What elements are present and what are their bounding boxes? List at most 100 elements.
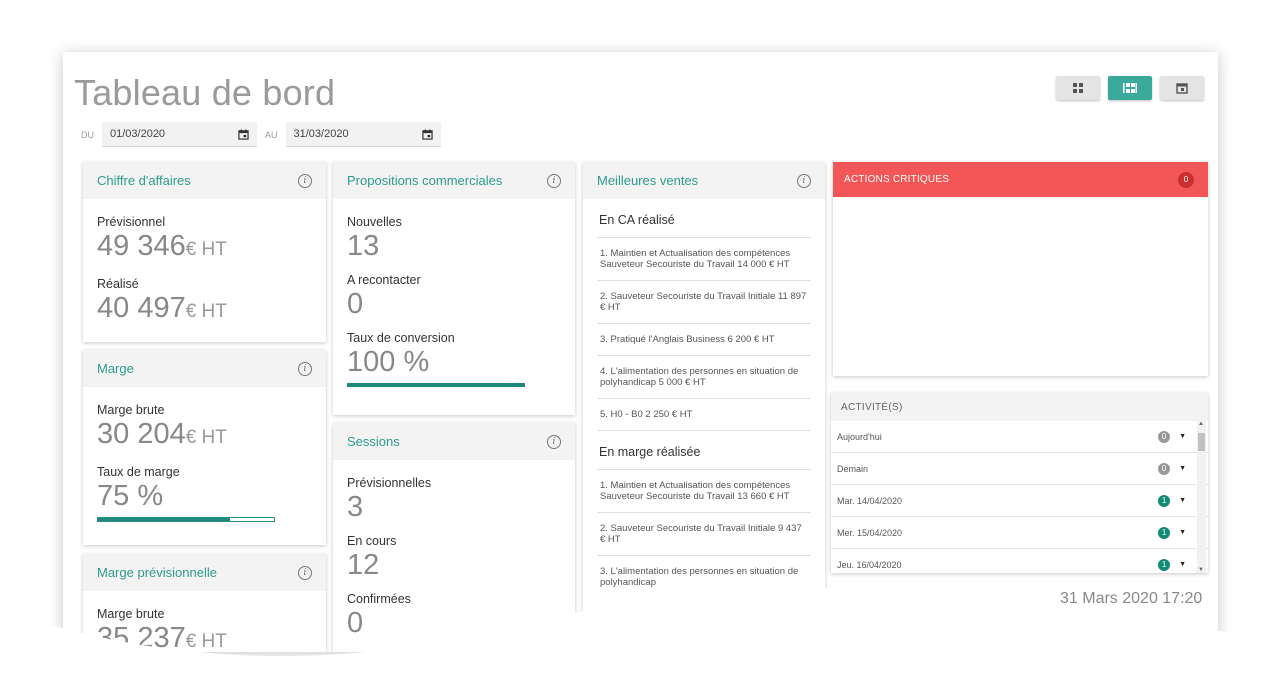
taux-marge-label: Taux de marge [97,465,180,479]
date-to-input[interactable]: 31/03/2020 [285,122,441,147]
previsionnelles-value: 3 [347,491,364,523]
activity-controls: 1 ▼ [1158,494,1186,507]
realise-amount: 40 497€ HT [97,291,312,329]
card-body: Prévisionnel 49 346€ HT Réalisé 40 497€ … [83,199,326,329]
card-body: Nouvelles 13 A recontacter 0 Taux de con… [333,199,575,387]
taux-conversion-progress-fill [347,383,525,387]
taux-conversion-value: 100 % [347,346,430,378]
activity-row[interactable]: Mar. 14/04/2020 1 ▼ [831,485,1208,517]
list-item[interactable]: 5. H0 - B0 2 250 € HT [597,398,811,430]
recontacter-value: 0 [347,288,364,320]
previsionnel-amount: 49 346€ HT [97,229,312,267]
critical-actions-header[interactable]: ACTIONS CRITIQUES 0 [833,162,1208,197]
dashboard-window: Tableau de bord DU 01/03/2020 AU 31/03/2… [63,52,1218,652]
nouvelles-value: 13 [347,230,380,262]
scroll-up-icon[interactable]: ▲ [1198,421,1204,427]
card-title: Sessions [347,434,400,449]
card-header: Marge prévisionnelle i [83,554,326,591]
caret-down-icon[interactable]: ▼ [1179,497,1186,504]
card-title: Marge prévisionnelle [97,565,217,580]
card-title: Meilleures ventes [597,173,699,188]
activity-count-badge: 1 [1158,494,1171,507]
grid-view-icon [1073,83,1083,93]
card-title: Marge [97,361,134,376]
list-item[interactable]: 2. Sauveteur Secouriste du Travail Initi… [597,280,811,323]
caret-down-icon[interactable]: ▼ [1179,433,1186,440]
date-range: DU 01/03/2020 AU 31/03/2020 [81,122,449,147]
info-icon[interactable]: i [797,173,811,188]
split-view-button[interactable] [1108,76,1152,100]
realise-value: 40 497 [97,292,186,324]
activity-row[interactable]: Jeu. 16/04/2020 1 ▼ [831,549,1208,573]
activity-day: Mer. 15/04/2020 [837,527,903,538]
marge-brute-value: 30 204 [97,418,186,450]
activity-count-badge: 1 [1158,558,1171,571]
critical-count-badge: 0 [1178,171,1194,188]
date-from-input[interactable]: 01/03/2020 [102,122,257,147]
taux-conversion-label: Taux de conversion [347,331,455,345]
card-propositions-commerciales: Propositions commerciales i Nouvelles 13… [333,162,575,415]
nouvelles-label: Nouvelles [347,215,402,229]
current-datetime: 31 Mars 2020 17:20 [1060,590,1203,607]
info-icon[interactable]: i [547,173,561,188]
activity-row[interactable]: Demain 0 ▼ [831,453,1208,485]
marge-brute-amount: 30 204€ HT [97,417,312,455]
list-item[interactable]: 3. Pratiqué l'Anglais Business 6 200 € H… [597,323,811,355]
card-title: Propositions commerciales [347,173,503,188]
previsionnel-value: 49 346 [97,230,186,262]
activity-controls: 1 ▼ [1158,526,1186,539]
info-icon[interactable]: i [298,173,312,188]
card-header: Marge i [83,350,326,387]
taux-marge-value: 75 % [97,480,164,512]
activity-row[interactable]: Aujourd'hui 0 ▼ [831,421,1208,453]
marge-prev-brute-label: Marge brute [97,607,165,621]
grid-view-button[interactable] [1056,76,1100,100]
card-marge: Marge i Marge brute 30 204€ HT Taux de m… [83,350,326,545]
calendar-icon[interactable] [421,128,433,140]
info-icon[interactable]: i [547,434,561,449]
en-cours-value: 12 [347,549,380,581]
card-actions-critiques: ACTIONS CRITIQUES 0 [833,162,1208,376]
list-item[interactable]: 4. L'alimentation des personnes en situa… [597,355,811,398]
list-item[interactable]: 1. Maintien et Actualisation des compéte… [597,469,811,512]
en-cours-label: En cours [347,534,397,548]
list-item[interactable]: 2. Sauveteur Secouriste du Travail Initi… [597,512,811,555]
card-header: Meilleures ventes i [583,162,825,199]
list-item[interactable]: 1. Maintien et Actualisation des compéte… [597,237,811,280]
card-body: Marge brute 35 237€ HT [83,591,326,652]
calendar-icon[interactable] [238,128,249,140]
card-header: Chiffre d'affaires i [83,162,326,199]
scrollbar-thumb[interactable] [1198,433,1205,451]
realise-unit: € HT [185,301,227,322]
calendar-view-icon [1176,83,1188,94]
activity-count-badge: 0 [1158,430,1171,443]
marge-prev-brute-amount: 35 237€ HT [97,621,312,652]
info-icon[interactable]: i [298,361,312,376]
ca-section-title: En CA réalisé [599,213,675,227]
info-icon[interactable]: i [298,565,312,580]
date-to-label: AU [265,129,278,140]
card-activites: ACTIVITÉ(S) Aujourd'hui 0 ▼ Demain 0 ▼ Mar… [831,393,1208,573]
calendar-view-button[interactable] [1160,76,1204,100]
list-item[interactable]: 3. L'alimentation des personnes en situa… [597,555,811,598]
caret-down-icon[interactable]: ▼ [1179,561,1186,568]
date-from-label: DU [81,129,94,140]
card-meilleures-ventes: Meilleures ventes i En CA réalisé 1. Mai… [583,162,825,652]
confirmees-label: Confirmées [347,592,411,606]
split-view-icon [1123,83,1137,93]
previsionnel-unit: € HT [185,239,227,260]
activities-scrollbar[interactable]: ▲ ▼ [1197,421,1206,573]
recontacter-label: A recontacter [347,273,421,287]
date-to-value: 31/03/2020 [293,128,349,140]
card-body: Prévisionnelles 3 En cours 12 Confirmées… [333,460,575,640]
caret-down-icon[interactable]: ▼ [1179,529,1186,536]
scroll-down-icon[interactable]: ▼ [1198,567,1204,573]
marge-brute-label: Marge brute [97,403,165,417]
activities-title: ACTIVITÉ(S) [831,393,1208,421]
marge-prev-brute-unit: € HT [185,631,227,652]
confirmees-value: 0 [347,607,364,639]
card-header: Propositions commerciales i [333,162,575,199]
caret-down-icon[interactable]: ▼ [1179,465,1186,472]
activity-row[interactable]: Mer. 15/04/2020 1 ▼ [831,517,1208,549]
activity-count-badge: 0 [1158,462,1171,475]
